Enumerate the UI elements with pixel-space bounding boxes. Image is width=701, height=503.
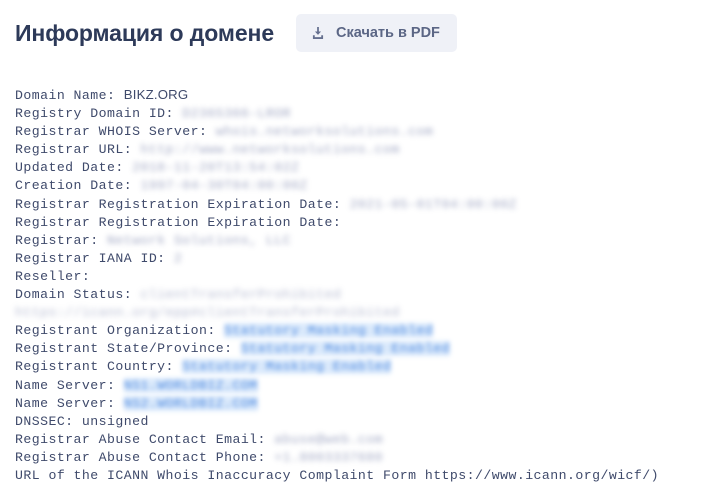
- whois-line-label: Name Server:: [15, 395, 124, 411]
- whois-line-label: Registrant Country:: [15, 359, 183, 375]
- whois-line: Name Server: NS1.WORLDBIZ.COM: [15, 377, 685, 395]
- whois-line: Registrant Country: Statutory Masking En…: [15, 358, 685, 376]
- whois-line-value: 2: [173, 250, 183, 266]
- whois-line: Name Server: NS2.WORLDBIZ.COM: [15, 395, 685, 413]
- whois-line-label: Registrar URL:: [15, 142, 141, 158]
- whois-line-value: abuse@web.com: [274, 431, 384, 447]
- whois-line-label: Name Server:: [15, 377, 124, 393]
- whois-line-value[interactable]: NS2.WORLDBIZ.COM: [123, 395, 258, 411]
- whois-line-value: http://www.networksolutions.com: [140, 142, 400, 158]
- whois-line: Registrant State/Province: Statutory Mas…: [15, 340, 685, 358]
- whois-line-label: Registrar WHOIS Server:: [15, 124, 216, 140]
- whois-line-value: D2365366-LROR: [182, 106, 292, 122]
- whois-line-value: whois.networksolutions.com: [215, 124, 434, 140]
- whois-line: Domain Name: BIKZ.ORG: [15, 86, 685, 105]
- download-pdf-label: Скачать в PDF: [336, 24, 440, 41]
- whois-line: Registrar Abuse Contact Email: abuse@web…: [15, 431, 685, 449]
- whois-line: Registrar WHOIS Server: whois.networksol…: [15, 123, 685, 141]
- whois-line-label: Registrar Abuse Contact Email:: [15, 431, 275, 447]
- whois-line-label: DNSSEC: unsigned: [15, 413, 149, 429]
- whois-line: Registrar: Network Solutions, LLC: [15, 232, 685, 250]
- whois-line-value[interactable]: Statutory Masking Enabled: [182, 359, 392, 375]
- page-header: Информация о домене Скачать в PDF: [0, 0, 701, 52]
- whois-line-label: Creation Date:: [15, 178, 141, 194]
- whois-line: Registrar Abuse Contact Phone: +1.800333…: [15, 449, 685, 467]
- whois-line-value: Network Solutions, LLC: [107, 232, 292, 248]
- whois-line-label: Updated Date:: [15, 160, 133, 176]
- whois-line: Registrar Registration Expiration Date:: [15, 214, 685, 232]
- whois-line-value: +1.8003337680: [274, 449, 384, 465]
- whois-line-label: Registrar IANA ID:: [15, 250, 174, 266]
- whois-line: Registry Domain ID: D2365366-LROR: [15, 105, 685, 123]
- whois-line-label: URL of the ICANN Whois Inaccuracy Compla…: [15, 467, 660, 483]
- whois-line: Registrar Registration Expiration Date: …: [15, 196, 685, 214]
- whois-line-value: BIKZ.ORG: [123, 87, 189, 102]
- download-pdf-button[interactable]: Скачать в PDF: [296, 13, 457, 52]
- whois-line-value: 2021-05-01T04:00:00Z: [349, 196, 517, 212]
- whois-line: URL of the ICANN Whois Inaccuracy Compla…: [15, 467, 685, 485]
- domain-info-page: Информация о домене Скачать в PDF Domain…: [0, 0, 701, 503]
- whois-line-label: Registrar:: [15, 232, 108, 248]
- whois-line-label: Registrant State/Province:: [15, 341, 241, 357]
- whois-line-label: Registrar Registration Expiration Date:: [15, 214, 350, 230]
- whois-record-text: Domain Name: BIKZ.ORG Registry Domain ID:…: [15, 86, 685, 485]
- whois-line: Registrar URL: http://www.networksolutio…: [15, 141, 685, 159]
- whois-line-label: Registrar Registration Expiration Date:: [15, 196, 350, 212]
- whois-line-value[interactable]: NS1.WORLDBIZ.COM: [123, 377, 258, 393]
- whois-line-label: Domain Name:: [15, 88, 124, 103]
- whois-line-label: Registrant Organization:: [15, 323, 225, 339]
- whois-line-label: Registrar Abuse Contact Phone:: [15, 449, 275, 465]
- whois-line: Updated Date: 2018-11-20T13:54:02Z: [15, 159, 685, 177]
- whois-line-label: Registry Domain ID:: [15, 106, 183, 122]
- whois-line-value: 1997-04-30T04:00:00Z: [140, 178, 308, 194]
- whois-line-value[interactable]: Statutory Masking Enabled: [240, 341, 450, 357]
- whois-line-value[interactable]: Statutory Masking Enabled: [224, 323, 434, 339]
- whois-line: Registrar IANA ID: 2: [15, 250, 685, 268]
- download-tray-icon: [311, 26, 325, 40]
- page-title: Информация о домене: [15, 19, 275, 46]
- whois-line: Reseller:: [15, 268, 685, 286]
- whois-line-value: 2018-11-20T13:54:02Z: [132, 160, 300, 176]
- whois-line: Creation Date: 1997-04-30T04:00:00Z: [15, 177, 685, 195]
- whois-line-label: Reseller:: [15, 268, 99, 284]
- whois-line: Domain Status: clientTransferProhibited …: [15, 286, 685, 322]
- whois-line: DNSSEC: unsigned: [15, 413, 685, 431]
- whois-line-label: Domain Status:: [15, 287, 141, 303]
- whois-line: Registrant Organization: Statutory Maski…: [15, 322, 685, 340]
